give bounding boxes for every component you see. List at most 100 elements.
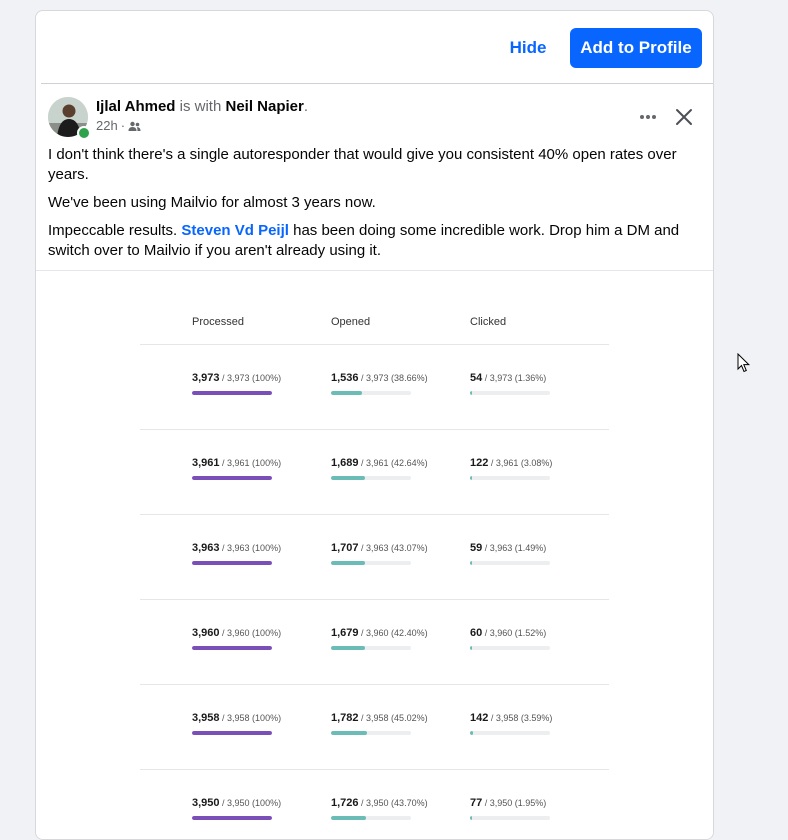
stat-count: 3,958	[192, 712, 220, 724]
add-to-profile-button[interactable]: Add to Profile	[570, 28, 702, 68]
friends-icon[interactable]	[128, 121, 141, 132]
stat-count: 3,960	[192, 627, 220, 639]
progress-bar-clicked	[470, 646, 550, 650]
stat-total: / 3,950 (43.70%)	[358, 798, 428, 808]
stat-count: 54	[470, 372, 483, 384]
stat-total: / 3,963 (100%)	[219, 543, 282, 553]
stat-count: 1,679	[331, 627, 359, 639]
stat-cell-processed: 3,950 / 3,950 (100%)	[192, 797, 281, 809]
stat-count: 3,950	[192, 797, 220, 809]
author-name-link[interactable]: Ijlal Ahmed	[96, 98, 175, 115]
close-button[interactable]	[670, 103, 698, 131]
post-text-span: Impeccable results.	[48, 222, 182, 239]
progress-bar-processed	[192, 646, 272, 650]
progress-bar-clicked	[470, 391, 550, 395]
stat-cell-opened: 1,689 / 3,961 (42.64%)	[331, 457, 428, 469]
progress-bar-fill	[331, 816, 366, 820]
stat-total: / 3,963 (43.07%)	[358, 543, 428, 553]
progress-bar-clicked	[470, 561, 550, 565]
post-image-email-stats[interactable]: Processed Opened Clicked 3,973 / 3,973 (…	[36, 271, 713, 839]
progress-bar-fill	[331, 561, 366, 565]
stat-total: / 3,973 (38.66%)	[358, 373, 428, 383]
progress-bar-fill	[192, 646, 272, 650]
column-header-processed: Processed	[192, 316, 244, 328]
post-paragraph: Impeccable results. Steven Vd Peijl has …	[48, 221, 688, 261]
online-status-indicator	[77, 126, 91, 140]
row-divider	[140, 769, 609, 770]
hide-button[interactable]: Hide	[498, 28, 558, 68]
stat-cell-processed: 3,960 / 3,960 (100%)	[192, 627, 281, 639]
stat-cell-opened: 1,679 / 3,960 (42.40%)	[331, 627, 428, 639]
meta-separator: ·	[120, 118, 126, 133]
stat-cell-clicked: 77 / 3,950 (1.95%)	[470, 797, 546, 809]
mention-link[interactable]: Steven Vd Peijl	[181, 222, 289, 239]
stat-count: 1,726	[331, 797, 359, 809]
stat-total: / 3,960 (1.52%)	[482, 628, 547, 638]
stat-total: / 3,958 (100%)	[219, 713, 282, 723]
column-header-opened: Opened	[331, 316, 371, 328]
post-meta: 22h ·	[96, 117, 141, 135]
row-divider	[140, 684, 609, 685]
post-timestamp[interactable]: 22h	[96, 117, 118, 135]
post-paragraph: We've been using Mailvio for almost 3 ye…	[48, 194, 376, 211]
post-body: I don't think there's a single autorespo…	[48, 145, 688, 269]
row-divider	[140, 344, 609, 345]
stat-count: 1,689	[331, 457, 359, 469]
close-icon	[676, 109, 692, 125]
stat-total: / 3,961 (3.08%)	[488, 458, 553, 468]
stat-count: 3,963	[192, 542, 220, 554]
stat-count: 77	[470, 797, 483, 809]
progress-bar-processed	[192, 816, 272, 820]
divider	[41, 83, 713, 84]
stat-count: 1,782	[331, 712, 359, 724]
stat-total: / 3,950 (1.95%)	[482, 798, 547, 808]
stat-cell-processed: 3,973 / 3,973 (100%)	[192, 372, 281, 384]
progress-bar-fill	[470, 731, 473, 735]
tagged-friend-link[interactable]: Neil Napier	[225, 98, 303, 115]
card-action-bar: Hide Add to Profile	[36, 11, 713, 83]
stat-count: 142	[470, 712, 489, 724]
more-options-button[interactable]	[634, 103, 662, 131]
stat-count: 122	[470, 457, 489, 469]
stat-total: / 3,960 (100%)	[219, 628, 282, 638]
row-divider	[140, 599, 609, 600]
period-text: .	[303, 98, 309, 115]
progress-bar-processed	[192, 731, 272, 735]
progress-bar-opened	[331, 476, 411, 480]
stat-cell-opened: 1,707 / 3,963 (43.07%)	[331, 542, 428, 554]
progress-bar-fill	[470, 476, 473, 480]
stat-cell-clicked: 60 / 3,960 (1.52%)	[470, 627, 546, 639]
post-author-line: Ijlal Ahmed is with Neil Napier.	[96, 97, 308, 117]
progress-bar-opened	[331, 731, 411, 735]
stat-cell-processed: 3,958 / 3,958 (100%)	[192, 712, 281, 724]
stat-total: / 3,950 (100%)	[219, 798, 282, 808]
progress-bar-opened	[331, 561, 411, 565]
suggestion-card: Hide Add to Profile Ijlal Ahmed is with …	[35, 10, 714, 840]
stat-cell-opened: 1,536 / 3,973 (38.66%)	[331, 372, 428, 384]
row-divider	[140, 514, 609, 515]
progress-bar-clicked	[470, 816, 550, 820]
progress-bar-opened	[331, 391, 411, 395]
progress-bar-processed	[192, 561, 272, 565]
progress-bar-fill	[192, 476, 272, 480]
progress-bar-opened	[331, 646, 411, 650]
stat-total: / 3,963 (1.49%)	[482, 543, 547, 553]
stat-total: / 3,961 (42.64%)	[358, 458, 428, 468]
stat-cell-clicked: 122 / 3,961 (3.08%)	[470, 457, 552, 469]
progress-bar-fill	[331, 391, 362, 395]
progress-bar-fill	[470, 816, 472, 820]
post-header: Ijlal Ahmed is with Neil Napier. 22h ·	[36, 95, 713, 145]
progress-bar-fill	[192, 391, 272, 395]
stat-count: 3,973	[192, 372, 220, 384]
stat-count: 1,536	[331, 372, 359, 384]
progress-bar-fill	[470, 561, 472, 565]
stat-total: / 3,961 (100%)	[219, 458, 282, 468]
progress-bar-fill	[470, 391, 472, 395]
progress-bar-fill	[331, 476, 366, 480]
progress-bar-processed	[192, 391, 272, 395]
stat-count: 1,707	[331, 542, 359, 554]
stat-total: / 3,958 (3.59%)	[488, 713, 553, 723]
stat-total: / 3,958 (45.02%)	[358, 713, 428, 723]
progress-bar-fill	[331, 646, 365, 650]
stat-total: / 3,973 (1.36%)	[482, 373, 547, 383]
